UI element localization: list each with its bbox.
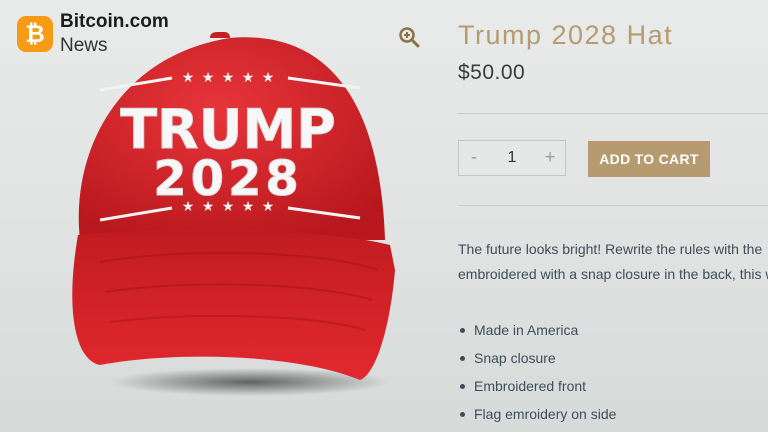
svg-text:★: ★ xyxy=(182,70,195,86)
product-price: $50.00 xyxy=(458,61,526,84)
quantity-stepper[interactable]: - 1 + xyxy=(458,140,566,176)
quantity-input[interactable]: 1 xyxy=(508,149,517,167)
feature-item: Made in America xyxy=(458,320,616,348)
feature-item: Flag emroidery on side xyxy=(458,404,616,432)
bitcoin-icon: ₿ xyxy=(17,16,53,52)
feature-item: Embroidered front xyxy=(458,376,616,404)
hat-illustration: ★ ★ ★ ★ ★ ★ ★ ★ ★ ★ TRUMP 2028 xyxy=(72,32,395,396)
hat-text-line2: 2028 xyxy=(153,151,303,207)
product-title: Trump 2028 Hat xyxy=(458,20,674,50)
description-line: embroidered with a snap closure in the b… xyxy=(458,266,768,282)
svg-text:★: ★ xyxy=(242,70,255,86)
divider xyxy=(458,113,768,114)
qty-decrease-button[interactable]: - xyxy=(459,147,489,169)
divider xyxy=(458,205,768,206)
qty-increase-button[interactable]: + xyxy=(535,147,565,169)
zoom-icon[interactable] xyxy=(398,26,420,48)
description-line: The future looks bright! Rewrite the rul… xyxy=(458,241,763,257)
feature-list: Made in America Snap closure Embroidered… xyxy=(458,320,616,432)
add-to-cart-button[interactable]: ADD TO CART xyxy=(588,141,710,177)
svg-text:★: ★ xyxy=(202,70,215,86)
feature-item: Snap closure xyxy=(458,348,616,376)
svg-text:★: ★ xyxy=(222,70,235,86)
product-description: The future looks bright! Rewrite the rul… xyxy=(458,237,768,287)
product-image: ★ ★ ★ ★ ★ ★ ★ ★ ★ ★ TRUMP 2028 xyxy=(60,30,400,400)
svg-text:★: ★ xyxy=(262,70,275,86)
